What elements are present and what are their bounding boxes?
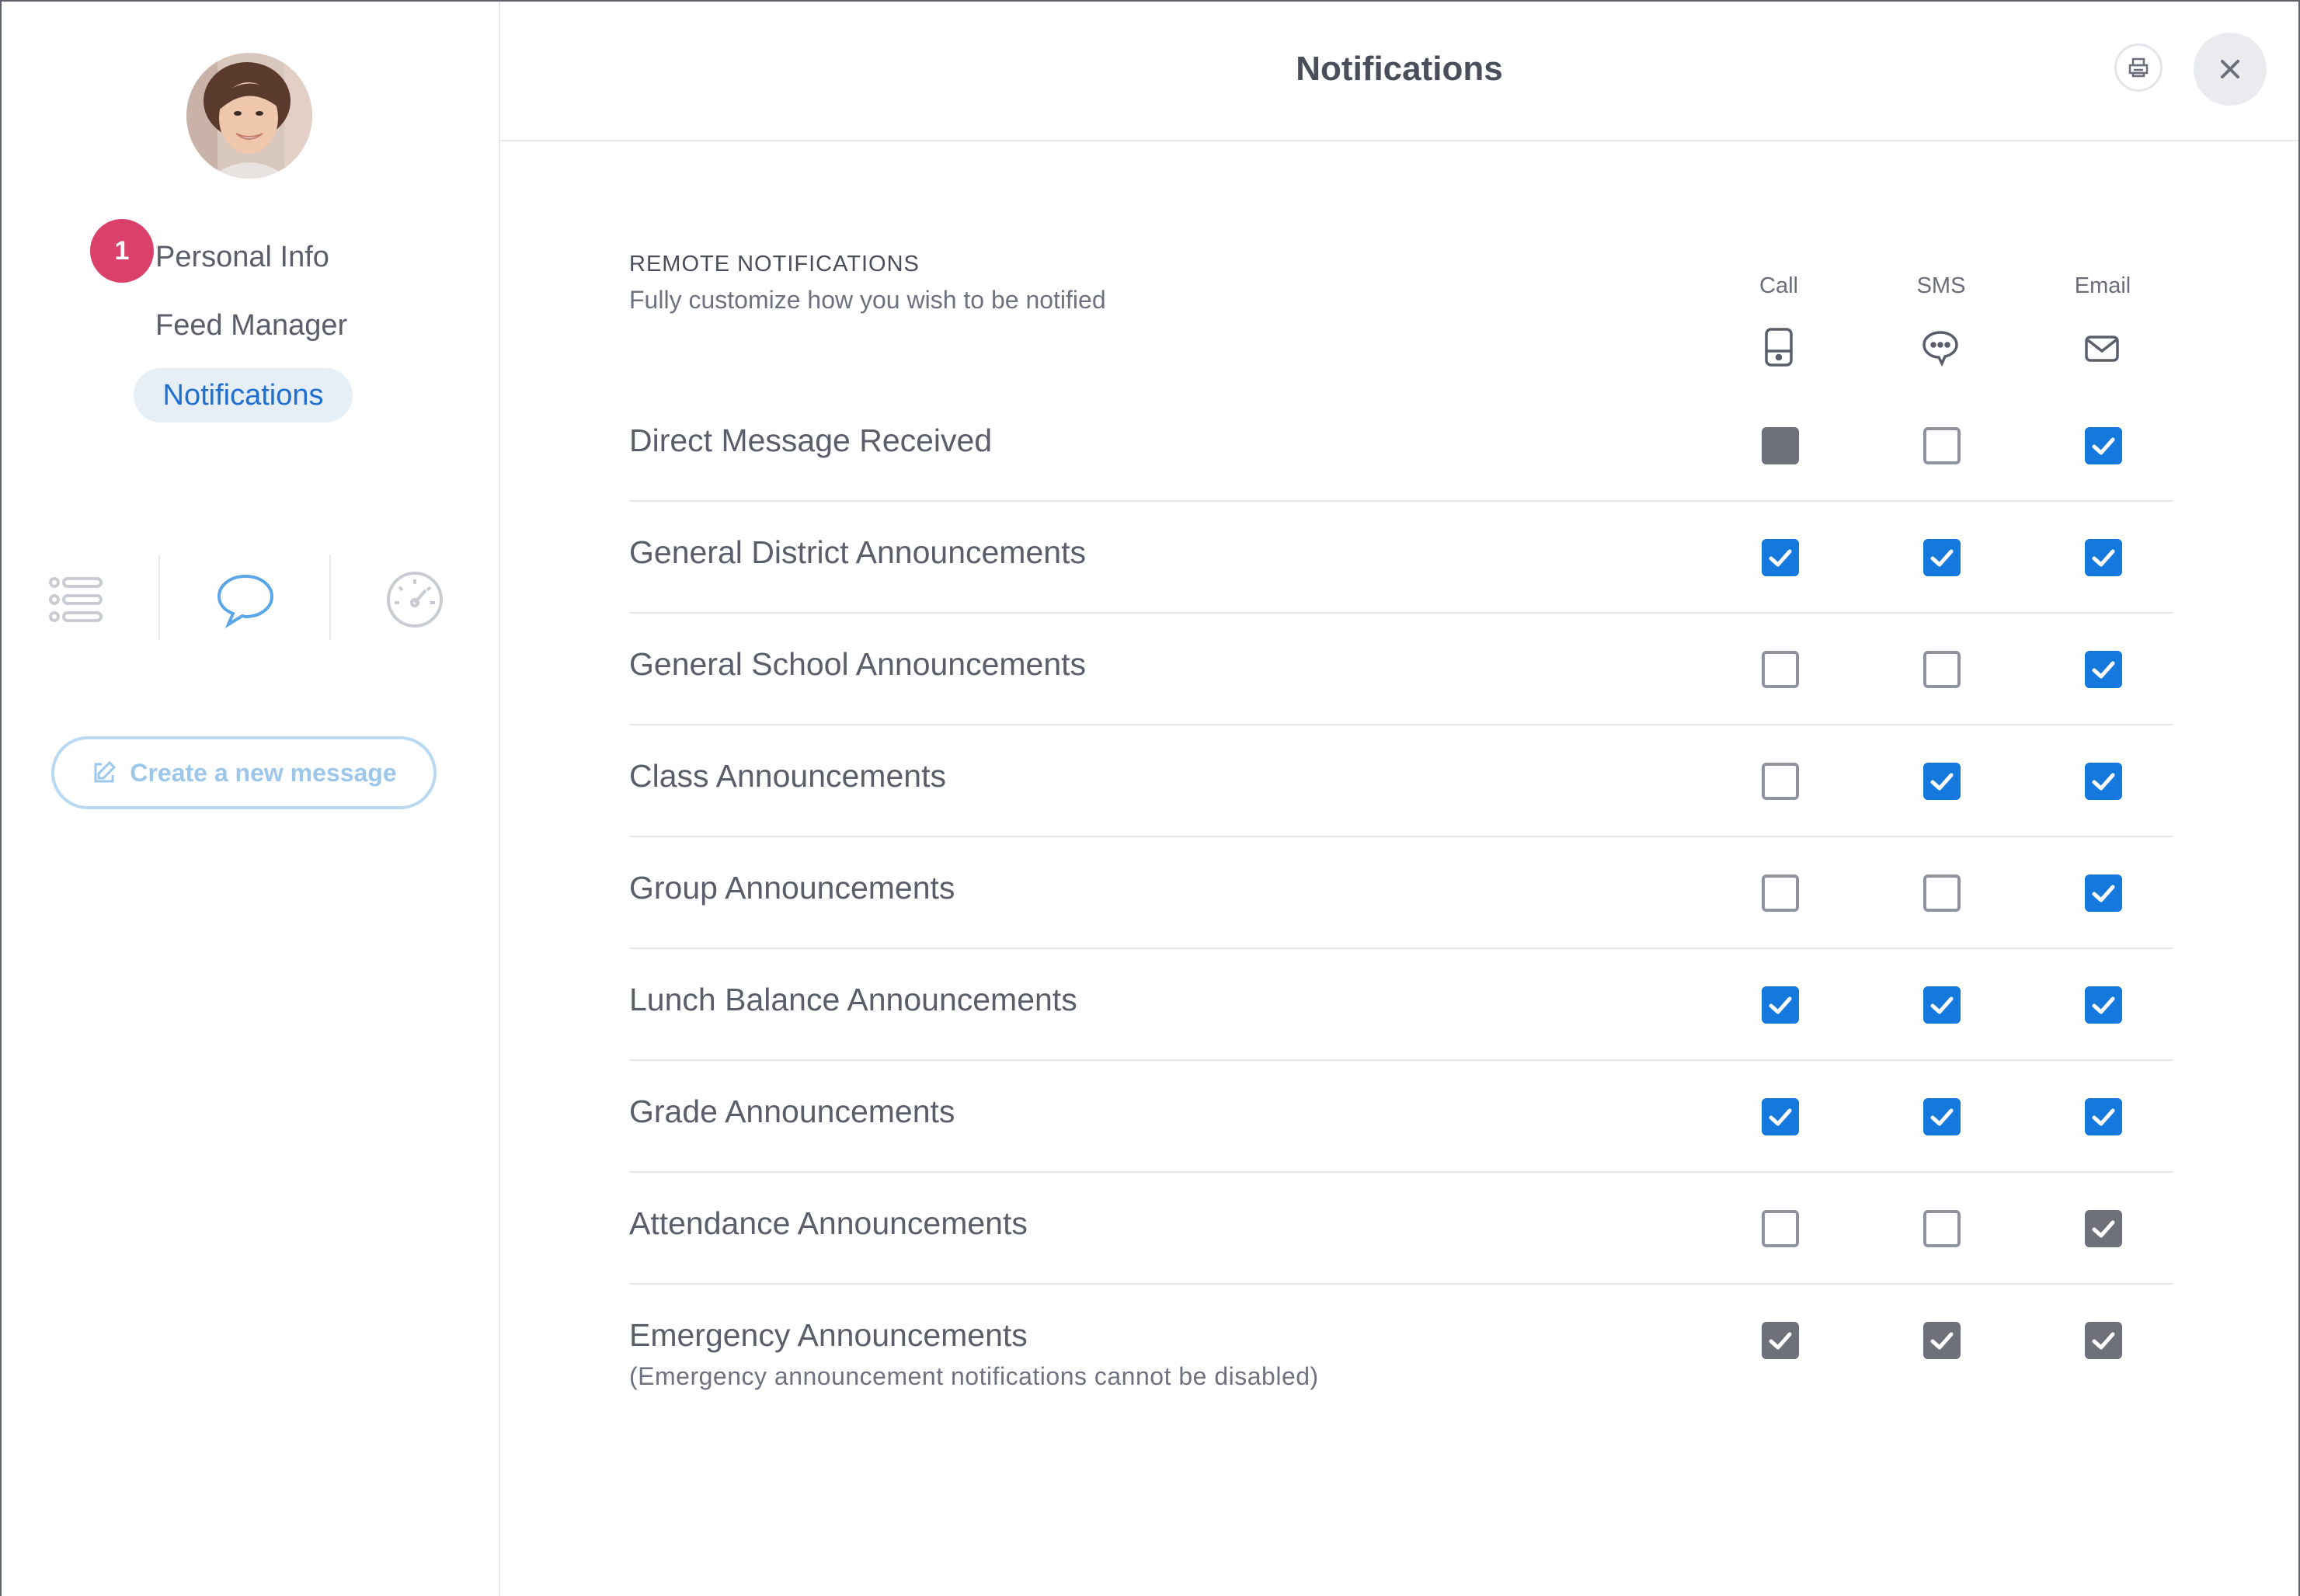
nav-feed-manager[interactable]: Feed Manager [155,309,347,342]
notification-row-note: (Emergency announcement notifications ca… [629,1362,1319,1390]
sms-checkbox [1923,1322,1961,1359]
sms-checkbox[interactable] [1923,874,1961,912]
print-button[interactable] [2114,43,2163,92]
avatar[interactable] [186,53,312,179]
notification-row-label: Grade Announcements [629,1094,955,1129]
call-checkbox[interactable] [1762,986,1799,1024]
notification-row-label: Lunch Balance Announcements [629,982,1077,1017]
notification-row: Class Announcements [629,725,2173,837]
call-checkbox[interactable] [1762,1098,1799,1135]
sms-checkbox[interactable] [1923,1210,1961,1247]
email-checkbox[interactable] [2085,986,2122,1024]
notification-row: Emergency Announcements (Emergency announ… [629,1285,2173,1396]
envelope-icon [2083,328,2121,368]
create-message-label: Create a new message [130,758,397,787]
call-checkbox[interactable] [1762,1210,1799,1247]
notification-row: General District Announcements [629,502,2173,614]
list-icon[interactable] [45,569,107,631]
notification-row-label: Group Announcements [629,870,955,906]
notification-row-label: General District Announcements [629,534,1086,570]
notification-row-label: General School Announcements [629,646,1087,682]
close-icon [2221,60,2239,78]
email-checkbox [2085,1322,2122,1359]
step-badge: 1 [90,219,154,283]
email-checkbox[interactable] [2085,874,2122,912]
email-checkbox [2085,1210,2122,1247]
edit-icon [94,760,117,783]
call-checkbox [1762,427,1799,464]
email-checkbox[interactable] [2085,427,2122,464]
close-button[interactable] [2194,33,2267,106]
call-checkbox[interactable] [1762,874,1799,912]
nav-notifications-label: Notifications [162,378,324,412]
print-icon [2128,57,2149,78]
sms-checkbox[interactable] [1923,539,1961,576]
header: Notifications [500,2,2298,141]
call-checkbox [1762,1322,1799,1359]
column-sms-header: SMS [1916,273,1966,298]
notification-row: Attendance Announcements [629,1173,2173,1285]
notification-row: Lunch Balance Announcements [629,949,2173,1061]
notification-row-label: Class Announcements [629,758,946,794]
sms-bubble-icon [1922,328,1959,368]
nav-notifications[interactable]: Notifications [134,368,353,422]
section-subtitle: Fully customize how you wish to be notif… [629,286,1106,314]
chat-bubble-icon[interactable] [214,569,277,631]
section-title: REMOTE NOTIFICATIONS [629,252,920,276]
sidebar-icon-row [2,545,500,654]
sms-checkbox[interactable] [1923,986,1961,1024]
phone-icon [1760,328,1797,368]
email-checkbox[interactable] [2085,1098,2122,1135]
app-window: 1 Personal Info Feed Manager Notificatio… [0,0,2300,1596]
email-checkbox[interactable] [2085,651,2122,688]
notification-row: General School Announcements [629,614,2173,725]
call-checkbox[interactable] [1762,763,1799,800]
sidebar: 1 Personal Info Feed Manager Notificatio… [2,2,500,1596]
notification-row-label: Direct Message Received [629,422,993,458]
call-checkbox[interactable] [1762,651,1799,688]
email-checkbox[interactable] [2085,763,2122,800]
column-email-header: Email [2074,273,2131,298]
divider [329,555,331,640]
sms-checkbox[interactable] [1923,1098,1961,1135]
sms-checkbox[interactable] [1923,427,1961,464]
notification-row: Grade Announcements [629,1061,2173,1173]
sms-checkbox[interactable] [1923,763,1961,800]
divider [158,555,160,640]
notification-row: Group Announcements [629,837,2173,949]
notification-row: Direct Message Received [629,390,2173,502]
create-message-button[interactable]: Create a new message [51,736,437,809]
nav-personal-info[interactable]: Personal Info [155,241,329,274]
page-title: Notifications [1296,50,1503,88]
column-call-header: Call [1759,273,1798,298]
dashboard-gauge-icon[interactable] [384,569,446,631]
sms-checkbox[interactable] [1923,651,1961,688]
notification-row-label: Attendance Announcements [629,1205,1028,1241]
notification-row-label: Emergency Announcements [629,1317,1028,1353]
email-checkbox[interactable] [2085,539,2122,576]
call-checkbox[interactable] [1762,539,1799,576]
